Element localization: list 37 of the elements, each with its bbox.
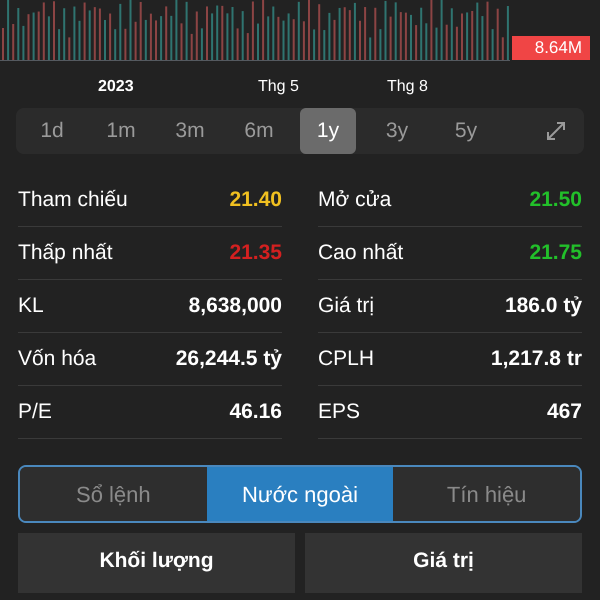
stat-value: 46.16	[229, 399, 282, 426]
sub-tab-button[interactable]: Khối lượng	[18, 533, 295, 593]
stat-value: 21.40	[229, 187, 282, 214]
stat-value: 8,638,000	[188, 293, 282, 320]
stat-label: Cao nhất	[318, 240, 404, 266]
stat-label: Tham chiếu	[18, 187, 128, 214]
stat-label: Thấp nhất	[18, 240, 113, 266]
section-tab[interactable]: Sổ lệnh	[20, 467, 207, 521]
stat-label: EPS	[318, 399, 360, 426]
stat-value: 21.35	[229, 240, 282, 266]
volume-badge: 8.64M	[512, 36, 590, 60]
sub-tab-button[interactable]: Giá trị	[305, 533, 582, 593]
axis-label: Thg 5	[258, 77, 299, 97]
stat-value: 21.75	[529, 240, 582, 266]
stat-value: 467	[546, 399, 582, 426]
expand-icon[interactable]	[544, 119, 568, 143]
period-tab[interactable]: 3y	[369, 108, 425, 154]
period-tab[interactable]: 1d	[24, 108, 80, 154]
stat-label: Vốn hóa	[18, 346, 96, 372]
period-tab[interactable]: 1m	[93, 108, 149, 154]
period-tab[interactable]: 1y	[300, 108, 356, 154]
stat-label: Giá trị	[318, 293, 374, 320]
axis-label: 2023	[98, 77, 134, 97]
stat-value: 1,217.8 tr	[490, 346, 582, 372]
stat-label: CPLH	[318, 346, 374, 372]
stat-value: 186.0 tỷ	[504, 293, 582, 320]
stat-label: KL	[18, 293, 44, 320]
stat-value: 26,244.5 tỷ	[176, 346, 282, 372]
period-tab[interactable]: 3m	[162, 108, 218, 154]
section-tab[interactable]: Tín hiệu	[393, 467, 580, 521]
section-tab[interactable]: Nước ngoài	[206, 467, 394, 521]
stat-label: P/E	[18, 399, 52, 426]
period-tab[interactable]: 5y	[438, 108, 494, 154]
axis-label: Thg 8	[387, 77, 428, 97]
stat-value: 21.50	[529, 187, 582, 214]
stat-label: Mở cửa	[318, 187, 392, 214]
period-tab[interactable]: 6m	[231, 108, 287, 154]
